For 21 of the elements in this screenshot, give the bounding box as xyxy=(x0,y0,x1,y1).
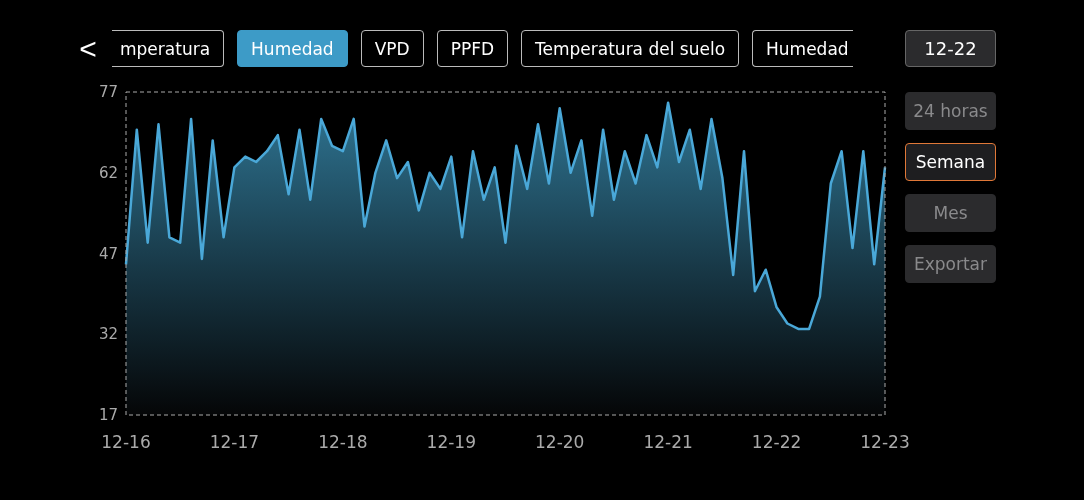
x-tick-label: 12-16 xyxy=(101,432,151,452)
tab[interactable]: PPFD xyxy=(436,30,508,67)
x-tick-label: 12-18 xyxy=(318,432,368,452)
tab[interactable]: Humedad xyxy=(752,30,853,67)
tab[interactable]: mperatura xyxy=(112,30,225,67)
x-tick-label: 12-21 xyxy=(643,432,693,452)
x-tick-label: 12-22 xyxy=(751,432,802,452)
range-button[interactable]: Semana xyxy=(905,143,996,181)
x-tick-label: 12-20 xyxy=(535,432,585,452)
tab[interactable]: Temperatura del suelo xyxy=(521,30,740,67)
tab[interactable]: VPD xyxy=(360,30,424,67)
y-tick-label: 17 xyxy=(98,406,118,424)
x-tick-label: 12-17 xyxy=(209,432,260,452)
y-tick-label: 77 xyxy=(98,83,118,101)
y-tick-label: 62 xyxy=(98,163,118,182)
back-button[interactable]: < xyxy=(76,31,100,66)
y-tick-label: 32 xyxy=(98,325,118,344)
x-tick-label: 12-19 xyxy=(426,432,476,452)
y-tick-label: 47 xyxy=(98,244,118,263)
x-tick-label: 12-23 xyxy=(860,432,910,452)
date-button[interactable]: 12-22 xyxy=(905,30,996,67)
